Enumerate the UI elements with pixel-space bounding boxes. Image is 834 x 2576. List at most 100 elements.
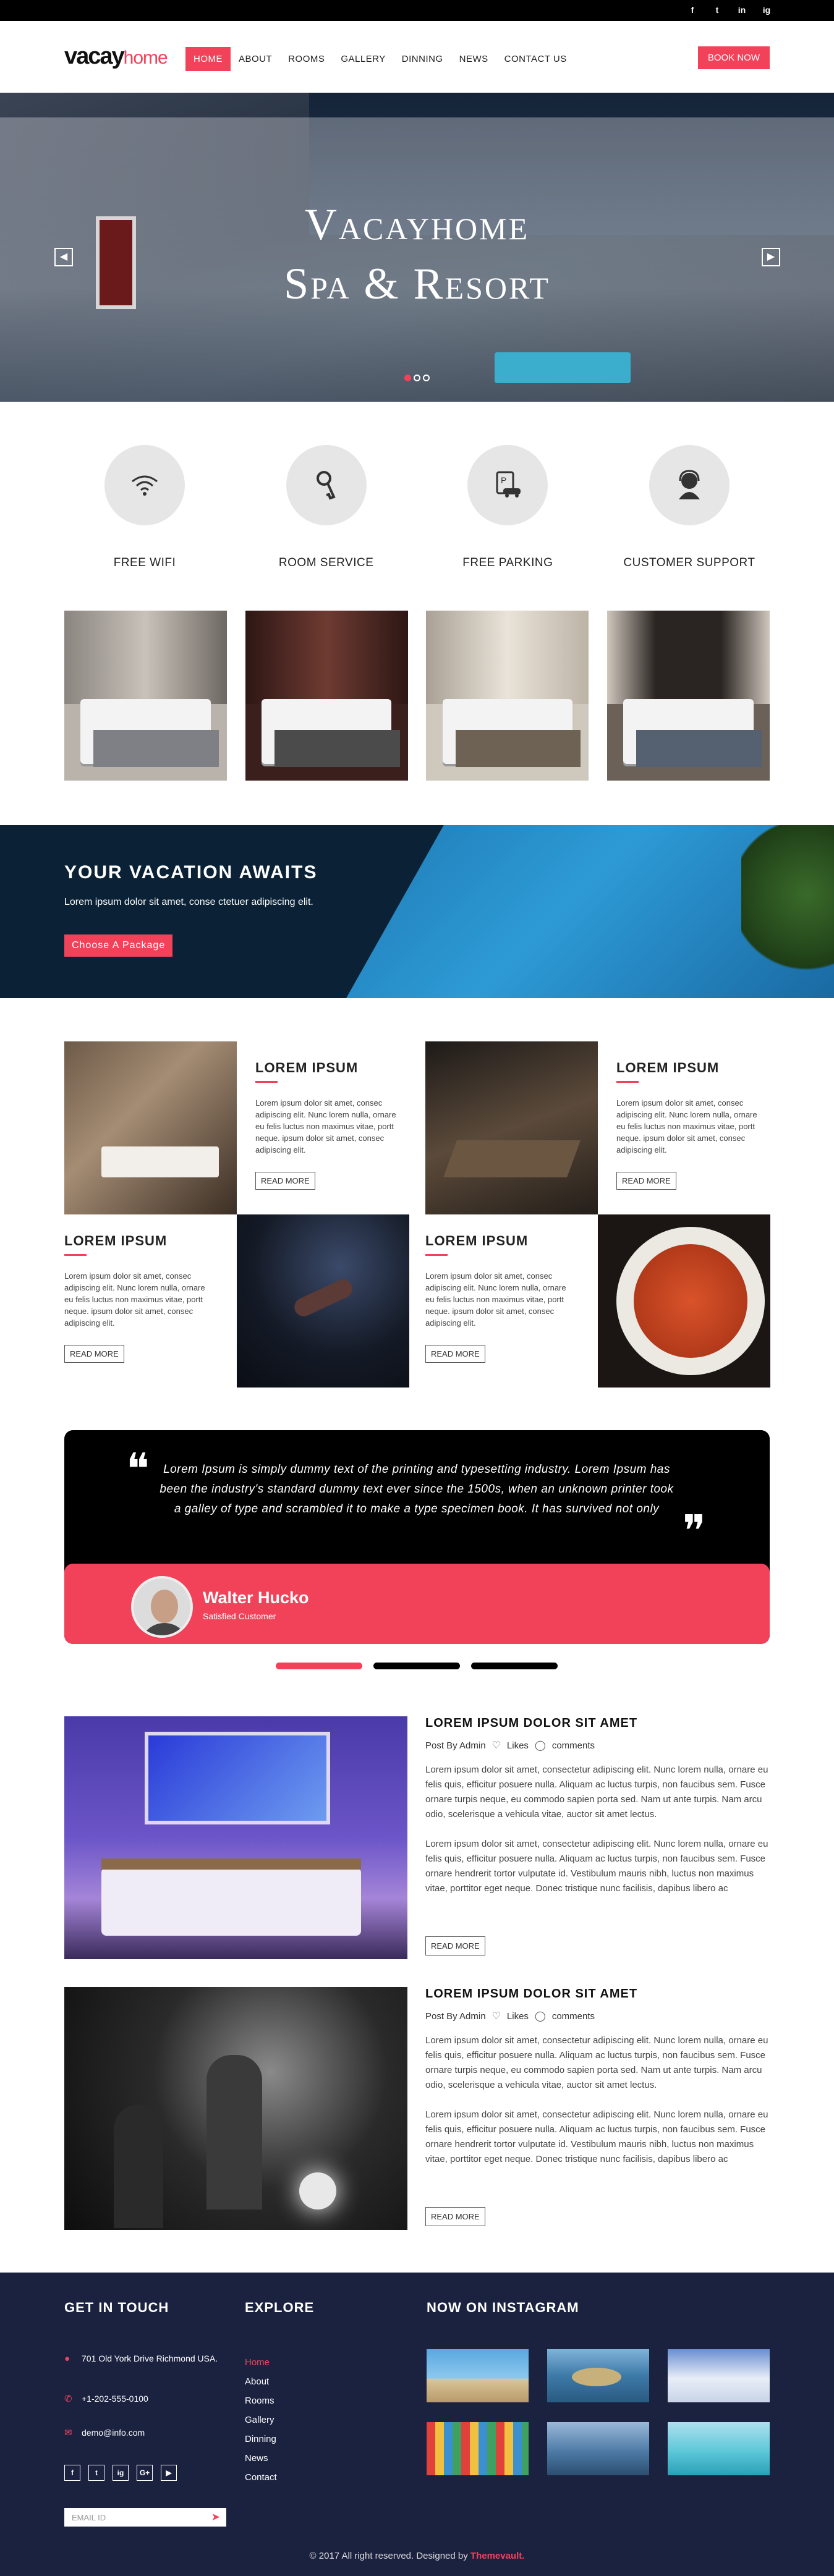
features-row: FREE WIFI ROOM SERVICE P FREE PARKING CU… bbox=[64, 445, 770, 570]
slider-prev-arrow-icon[interactable]: ◀ bbox=[54, 248, 73, 266]
hero-dot[interactable] bbox=[404, 375, 411, 381]
nav-dinning[interactable]: DINNING bbox=[394, 47, 451, 71]
card-text: Lorem ipsum dolor sit amet, consec adipi… bbox=[425, 1271, 566, 1328]
post-paragraph: Lorem ipsum dolor sit amet, consectetur … bbox=[425, 2035, 768, 2090]
instagram-photo[interactable] bbox=[668, 2422, 770, 2475]
instagram-photo[interactable] bbox=[427, 2349, 529, 2402]
footer-link-home[interactable]: Home bbox=[245, 2353, 277, 2372]
instagram-icon[interactable]: ig bbox=[761, 5, 772, 15]
post-likes[interactable]: Likes bbox=[507, 1740, 529, 1751]
read-more-button[interactable]: READ MORE bbox=[64, 1345, 124, 1363]
post-likes[interactable]: Likes bbox=[507, 2011, 529, 2022]
twitter-icon[interactable]: t bbox=[88, 2465, 104, 2481]
heart-icon[interactable]: ♡ bbox=[492, 2010, 501, 2022]
card-accent-bar bbox=[64, 1254, 87, 1256]
read-more-button[interactable]: READ MORE bbox=[425, 1345, 485, 1363]
author-role: Satisfied Customer bbox=[203, 1611, 276, 1621]
post-author: Post By Admin bbox=[425, 2010, 486, 2022]
facebook-icon[interactable]: f bbox=[687, 5, 698, 15]
feature-label: FREE WIFI bbox=[113, 556, 176, 569]
hero-dot[interactable] bbox=[423, 375, 430, 381]
google-plus-icon[interactable]: G+ bbox=[137, 2465, 153, 2481]
post-meta: Post By Admin ♡ Likes ◯ comments bbox=[425, 1739, 770, 1752]
email-placeholder: EMAIL ID bbox=[72, 2513, 106, 2522]
footer-link-contact[interactable]: Contact bbox=[245, 2468, 277, 2487]
phone-text[interactable]: +1-202-555-0100 bbox=[82, 2393, 148, 2405]
comment-icon[interactable]: ◯ bbox=[535, 1739, 546, 1752]
room-image[interactable] bbox=[426, 611, 589, 781]
read-more-button[interactable]: READ MORE bbox=[425, 1936, 485, 1955]
vacation-text: Lorem ipsum dolor sit amet, conse ctetue… bbox=[64, 897, 313, 907]
footer-link-news[interactable]: News bbox=[245, 2449, 277, 2468]
post-paragraph: Lorem ipsum dolor sit amet, consectetur … bbox=[425, 1765, 768, 1820]
hero-dot[interactable] bbox=[414, 375, 420, 381]
newsletter-email-input[interactable]: EMAIL ID ➤ bbox=[64, 2508, 226, 2527]
nav-rooms[interactable]: ROOMS bbox=[280, 47, 333, 71]
instagram-photo[interactable] bbox=[427, 2422, 529, 2475]
choose-package-button[interactable]: Choose A Package bbox=[64, 934, 173, 957]
post-title[interactable]: LOREM IPSUM DOLOR SIT AMET bbox=[425, 1987, 770, 2001]
instagram-icon[interactable]: ig bbox=[113, 2465, 129, 2481]
wifi-icon bbox=[104, 445, 185, 525]
comment-icon[interactable]: ◯ bbox=[535, 2010, 546, 2022]
slider-next-arrow-icon[interactable]: ▶ bbox=[762, 248, 780, 266]
linkedin-icon[interactable]: in bbox=[736, 5, 747, 15]
copyright-text: © 2017 All right reserved. Designed by bbox=[309, 2551, 468, 2561]
post-meta: Post By Admin ♡ Likes ◯ comments bbox=[425, 2010, 770, 2022]
header: vacayhome HOME ABOUT ROOMS GALLERY DINNI… bbox=[0, 21, 834, 93]
blog-post: LOREM IPSUM DOLOR SIT AMET Post By Admin… bbox=[64, 1716, 770, 1959]
footer-link-gallery[interactable]: Gallery bbox=[245, 2410, 277, 2430]
close-quote-icon: ❞ bbox=[683, 1508, 706, 1556]
testimonial-page-dot[interactable] bbox=[373, 1663, 460, 1669]
instagram-photo[interactable] bbox=[547, 2422, 649, 2475]
testimonial-card: ❝ Lorem Ipsum is simply dummy text of th… bbox=[64, 1430, 770, 1644]
post-comments[interactable]: comments bbox=[552, 1740, 595, 1751]
designer-brand-link[interactable]: Themevault. bbox=[470, 2551, 525, 2561]
twitter-icon[interactable]: t bbox=[712, 5, 723, 15]
facebook-icon[interactable]: f bbox=[64, 2465, 80, 2481]
read-more-button[interactable]: READ MORE bbox=[255, 1172, 315, 1190]
instagram-photo[interactable] bbox=[668, 2349, 770, 2402]
footer: GET IN TOUCH ● 701 Old York Drive Richmo… bbox=[0, 2273, 834, 2576]
footer-contact-title: GET IN TOUCH bbox=[64, 2300, 169, 2315]
testimonial-quote: Lorem Ipsum is simply dummy text of the … bbox=[160, 1463, 674, 1515]
heart-icon[interactable]: ♡ bbox=[492, 1739, 501, 1752]
post-image[interactable] bbox=[64, 1987, 407, 2230]
nav-about[interactable]: ABOUT bbox=[231, 47, 280, 71]
copyright: © 2017 All right reserved. Designed by T… bbox=[0, 2551, 834, 2561]
nav-home[interactable]: HOME bbox=[185, 47, 231, 71]
post-title[interactable]: LOREM IPSUM DOLOR SIT AMET bbox=[425, 1716, 770, 1731]
footer-link-about[interactable]: About bbox=[245, 2372, 277, 2391]
testimonial-page-dot[interactable] bbox=[276, 1663, 362, 1669]
nav-news[interactable]: NEWS bbox=[451, 47, 496, 71]
nav-contact[interactable]: CONTACT US bbox=[496, 47, 575, 71]
send-icon[interactable]: ➤ bbox=[211, 2511, 220, 2523]
card-text: Lorem ipsum dolor sit amet, consec adipi… bbox=[255, 1098, 396, 1155]
top-bar: f t in ig bbox=[0, 0, 834, 21]
book-now-button[interactable]: BOOK NOW bbox=[697, 46, 770, 69]
footer-instagram-title: NOW ON INSTAGRAM bbox=[427, 2300, 579, 2315]
read-more-button[interactable]: READ MORE bbox=[425, 2207, 485, 2226]
room-image[interactable] bbox=[245, 611, 408, 781]
footer-explore-title: EXPLORE bbox=[245, 2300, 315, 2315]
room-image[interactable] bbox=[64, 611, 227, 781]
nav-gallery[interactable]: GALLERY bbox=[333, 47, 393, 71]
footer-link-rooms[interactable]: Rooms bbox=[245, 2391, 277, 2410]
room-image[interactable] bbox=[606, 611, 770, 781]
post-image[interactable] bbox=[64, 1716, 407, 1959]
youtube-icon[interactable]: ▶ bbox=[161, 2465, 177, 2481]
post-comments[interactable]: comments bbox=[552, 2011, 595, 2022]
testimonial-page-dot[interactable] bbox=[471, 1663, 558, 1669]
instagram-photo[interactable] bbox=[547, 2349, 649, 2402]
content-card: LOREM IPSUM Lorem ipsum dolor sit amet, … bbox=[598, 1041, 770, 1214]
card-accent-bar bbox=[255, 1081, 278, 1083]
footer-social-links: f t ig G+ ▶ bbox=[64, 2465, 177, 2481]
read-more-button[interactable]: READ MORE bbox=[616, 1172, 676, 1190]
logo[interactable]: vacayhome bbox=[64, 43, 168, 70]
footer-link-dinning[interactable]: Dinning bbox=[245, 2430, 277, 2449]
email-text[interactable]: demo@info.com bbox=[82, 2427, 145, 2439]
content-card: LOREM IPSUM Lorem ipsum dolor sit amet, … bbox=[425, 1214, 598, 1388]
vacation-title: YOUR VACATION AWAITS bbox=[64, 862, 318, 883]
feature-room-service: ROOM SERVICE bbox=[246, 445, 407, 570]
hero-title-line-2: Spa & Resort bbox=[284, 259, 550, 308]
